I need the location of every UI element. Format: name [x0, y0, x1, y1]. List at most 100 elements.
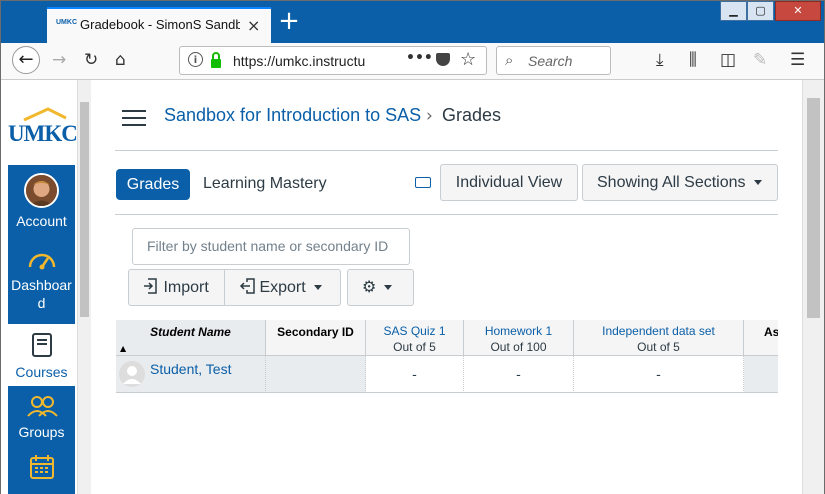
assignment-link[interactable]: Homework 1	[485, 324, 552, 338]
forward-button[interactable]: →	[52, 49, 66, 71]
chevron-down-icon	[384, 285, 393, 291]
table-row: Student, Test	[116, 356, 266, 393]
column-header-independent-data-set[interactable]: Independent data set Out of 5	[574, 320, 744, 356]
tab-close-icon[interactable]: ×	[247, 16, 260, 35]
new-tab-button[interactable]: +	[277, 7, 301, 35]
logo-roof-icon	[23, 107, 67, 121]
bookmark-star-icon[interactable]: ☆	[460, 49, 476, 70]
reload-button[interactable]: ↻	[84, 49, 98, 71]
gear-icon: ⚙	[362, 277, 377, 296]
library-icon[interactable]: ⫼	[689, 49, 697, 71]
maximize-button[interactable]: ▢	[747, 1, 774, 21]
calendar-icon	[29, 455, 54, 479]
export-button[interactable]: Export	[224, 269, 341, 306]
nav-item-calendar[interactable]	[8, 446, 75, 494]
column-title: Secondary ID	[277, 325, 354, 339]
secondary-id-cell	[266, 356, 366, 393]
import-button[interactable]: Import	[128, 269, 225, 306]
settings-button[interactable]: ⚙	[347, 269, 414, 306]
column-header-student-name[interactable]: Student Name ▲	[116, 320, 266, 356]
minimize-button[interactable]: ▁	[720, 1, 747, 21]
tab-learning-mastery[interactable]: Learning Mastery	[203, 175, 327, 193]
assignment-link[interactable]: SAS Quiz 1	[383, 324, 445, 338]
nav-item-account[interactable]: Account	[8, 165, 75, 231]
import-label: Import	[163, 279, 209, 296]
browser-tab[interactable]: UMKC Gradebook - SimonS Sandbox ×	[47, 7, 271, 43]
nav-label-account: Account	[16, 213, 67, 229]
column-header-homework-1[interactable]: Homework 1 Out of 100	[464, 320, 574, 356]
search-icon: ⌕	[505, 51, 514, 69]
keyboard-shortcuts-icon[interactable]	[415, 177, 431, 188]
nav-label-dashboard: Dashboard	[11, 277, 72, 311]
page-scrollbar-thumb[interactable]	[807, 98, 820, 318]
import-icon	[144, 278, 157, 294]
sections-label: Showing All Sections	[597, 174, 746, 191]
column-title: As	[764, 325, 778, 339]
export-icon	[239, 278, 255, 294]
browser-window: UMKC Gradebook - SimonS Sandbox × + ▁ ▢ …	[0, 0, 825, 494]
tab-title: Gradebook - SimonS Sandbox	[80, 17, 240, 32]
courses-icon	[31, 333, 52, 357]
breadcrumb-separator: ›	[426, 106, 433, 126]
search-placeholder: Search	[528, 53, 573, 69]
nav-item-dashboard[interactable]: Dashboard	[8, 231, 75, 324]
global-nav: UMKC Account Dashboard Courses Groups	[8, 80, 78, 494]
student-filter-input[interactable]: Filter by student name or secondary ID	[132, 228, 410, 265]
student-name-link[interactable]: Student, Test	[150, 361, 231, 377]
sections-dropdown[interactable]: Showing All Sections	[582, 164, 778, 201]
umkc-logo[interactable]: UMKC	[8, 107, 78, 147]
umkc-favicon-icon: UMKC	[56, 19, 77, 26]
column-header-partial[interactable]: As	[744, 320, 778, 356]
header-divider	[115, 150, 778, 151]
nav-scrollbar-thumb[interactable]	[80, 102, 89, 317]
individual-view-button[interactable]: Individual View	[440, 164, 578, 201]
url-text: https://umkc.instructu	[233, 53, 369, 69]
grade-cell[interactable]: -	[464, 356, 574, 393]
grade-cell[interactable]	[744, 356, 778, 393]
course-menu-toggle-icon[interactable]	[122, 110, 146, 126]
search-input[interactable]: ⌕ Search	[496, 46, 611, 75]
breadcrumb-current: Grades	[442, 105, 502, 125]
back-button[interactable]: ←	[12, 46, 40, 74]
chevron-down-icon	[313, 285, 322, 291]
nav-scrollbar[interactable]	[77, 80, 91, 494]
main-content: Sandbox for Introduction to SAS › Grades…	[92, 80, 802, 494]
url-host: https://umkc.	[233, 53, 313, 69]
groups-icon	[26, 396, 58, 417]
points-possible: Out of 5	[637, 340, 680, 354]
breadcrumb-course[interactable]: Sandbox for Introduction to SAS	[164, 105, 421, 126]
page-scrollbar[interactable]	[802, 80, 824, 494]
nav-label-groups: Groups	[18, 424, 65, 440]
column-header-secondary-id[interactable]: Secondary ID	[266, 320, 366, 356]
menu-icon[interactable]: ☰	[790, 49, 805, 71]
nav-label-courses: Courses	[15, 364, 68, 380]
sidebar-toggle-icon[interactable]: ◫	[720, 49, 736, 71]
url-bar[interactable]: i https://umkc.instructu ••• ☆	[179, 46, 487, 75]
dashboard-icon	[28, 253, 55, 270]
close-window-button[interactable]: ✕	[775, 1, 821, 21]
column-header-sas-quiz-1[interactable]: SAS Quiz 1 Out of 5	[366, 320, 464, 356]
avatar	[24, 173, 59, 208]
nav-item-groups[interactable]: Groups	[8, 386, 75, 446]
grade-cell[interactable]: -	[366, 356, 464, 393]
site-info-icon[interactable]: i	[188, 52, 203, 67]
tab-grades[interactable]: Grades	[116, 169, 190, 200]
column-title: Student Name	[150, 325, 231, 339]
pencil-icon[interactable]: ✎	[753, 49, 767, 71]
page-actions-button[interactable]: •••	[406, 50, 433, 66]
points-possible: Out of 100	[490, 340, 547, 354]
page: UMKC Account Dashboard Courses Groups Sa…	[1, 80, 824, 494]
pocket-icon[interactable]	[436, 53, 450, 66]
chevron-down-icon	[753, 180, 762, 186]
export-label: Export	[259, 279, 306, 296]
sort-asc-icon[interactable]: ▲	[120, 344, 126, 353]
assignment-link[interactable]: Independent data set	[602, 324, 715, 338]
nav-item-courses[interactable]: Courses	[8, 324, 75, 386]
points-possible: Out of 5	[393, 340, 436, 354]
logo-text: UMKC	[8, 121, 78, 146]
gradebook-grid: Student Name ▲ Secondary ID SAS Quiz 1 O…	[116, 320, 778, 393]
home-button[interactable]: ⌂	[115, 49, 126, 71]
toolbar-divider	[115, 214, 778, 215]
grade-cell[interactable]: -	[574, 356, 744, 393]
downloads-icon[interactable]: ⤓	[656, 49, 664, 71]
